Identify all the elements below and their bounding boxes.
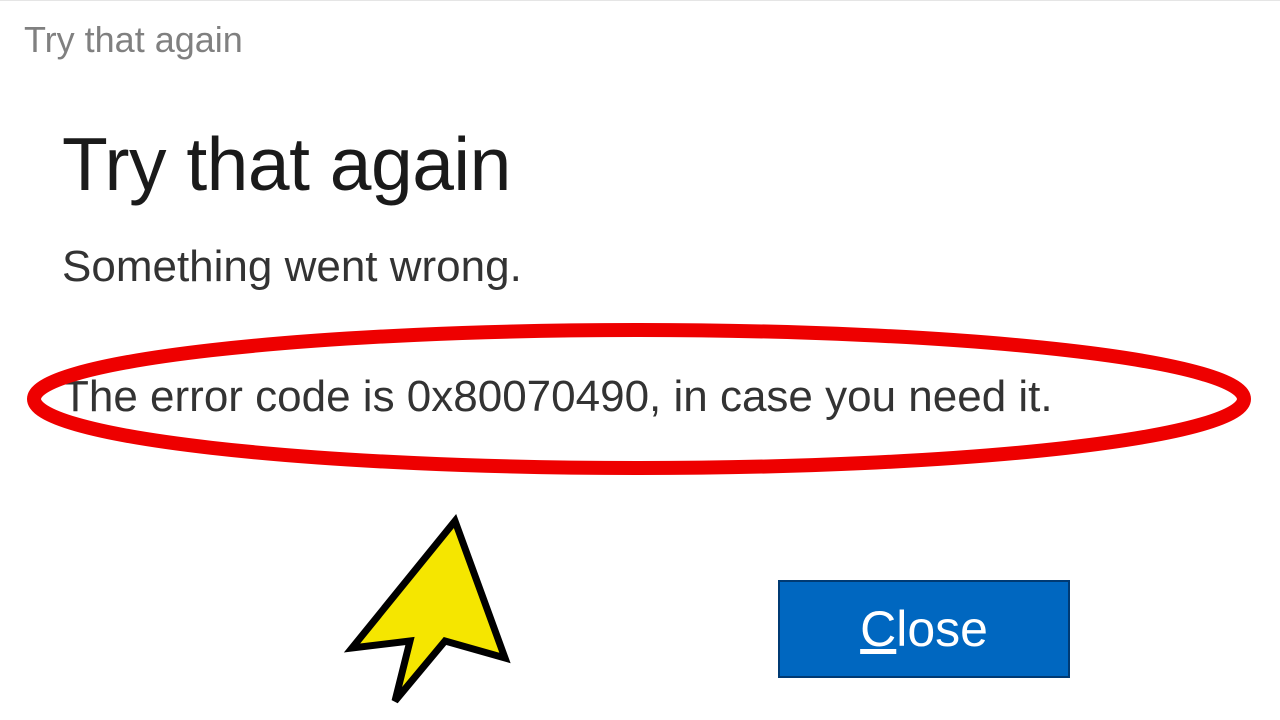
dialog-content: Try that again Something went wrong. The… [0,61,1280,422]
close-button[interactable]: Close [778,580,1070,678]
close-button-rest: lose [896,601,988,657]
titlebar: Try that again [0,1,1280,61]
error-code-text: The error code is 0x80070490, in case yo… [62,372,1053,422]
dialog-subtext: Something went wrong. [62,242,1280,292]
close-button-accesskey: C [860,601,896,657]
cursor-arrow-annotation [340,513,520,708]
error-code-line: The error code is 0x80070490, in case yo… [62,372,1053,422]
window-title: Try that again [24,19,1280,61]
dialog-heading: Try that again [62,121,1280,207]
dialog-button-row: Close [778,580,1070,678]
